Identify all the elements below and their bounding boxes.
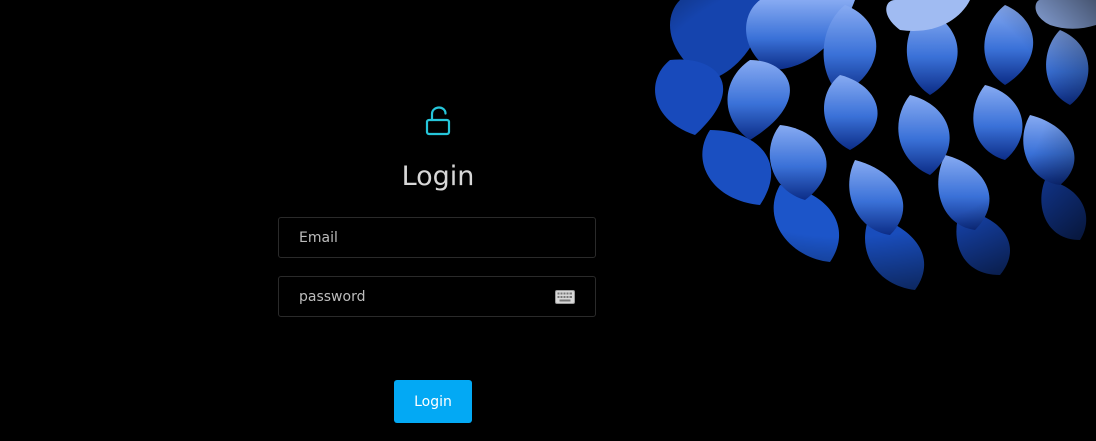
page-title: Login: [401, 161, 475, 192]
password-field-wrapper: [278, 276, 596, 317]
blue-flower-image: [640, 0, 1096, 300]
login-button[interactable]: Login: [394, 380, 472, 423]
email-field-wrapper: [278, 217, 596, 258]
keyboard-icon[interactable]: [555, 290, 575, 304]
lock-open-icon: [425, 106, 451, 136]
email-field[interactable]: [279, 218, 595, 257]
password-field[interactable]: [279, 277, 595, 316]
login-page: Login Login: [0, 0, 1096, 441]
